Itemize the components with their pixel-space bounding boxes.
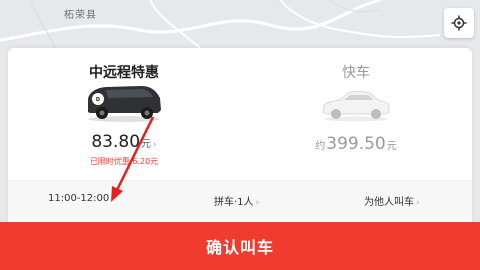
carpool-selector[interactable]: 拼车·1人 ›: [214, 193, 259, 208]
chevron-right-icon: ›: [416, 198, 420, 208]
van-icon: D: [88, 86, 161, 122]
call-for-others-selector[interactable]: 为他人叫车 ›: [364, 193, 420, 208]
call-for-others-label: 为他人叫车: [364, 197, 414, 208]
ride-option-discount[interactable]: 中远程特惠 D 83.80 元 › 已限时优惠 6.20元: [8, 48, 240, 180]
confirm-call-button[interactable]: 确认叫车: [0, 222, 480, 270]
price-unit: 元: [386, 141, 397, 152]
locate-button[interactable]: [444, 8, 474, 38]
price-value: 399.50: [326, 134, 386, 154]
carpool-label: 拼车·1人: [214, 197, 254, 208]
price-unit: 元: [141, 139, 152, 150]
svg-text:D: D: [96, 97, 100, 103]
ride-option-title: 中远程特惠: [89, 65, 159, 81]
chevron-right-icon: ›: [111, 194, 115, 204]
map-place-label: 柘荣县: [64, 10, 97, 21]
trip-options-bar: 11:00-12:00 › 拼车·1人 › 为他人叫车 ›: [8, 181, 472, 219]
ride-option-price: 约 399.50 元: [240, 134, 472, 154]
ride-option-price: 83.80 元 ›: [8, 132, 240, 152]
departure-time-selector[interactable]: 11:00-12:00 ›: [48, 193, 115, 204]
locate-icon: [451, 15, 467, 31]
price-prefix: 约: [315, 141, 326, 152]
price-value: 83.80: [91, 132, 141, 152]
ride-option-express[interactable]: 快车 约 399.50 元: [240, 48, 472, 180]
sedan-icon: [322, 91, 390, 122]
ride-option-title: 快车: [342, 65, 370, 81]
chevron-right-icon: ›: [255, 198, 260, 208]
chevron-right-icon: ›: [153, 140, 157, 150]
departure-time-label: 11:00-12:00: [48, 193, 110, 204]
discount-note: 已限时优惠 6.20元: [89, 157, 159, 166]
